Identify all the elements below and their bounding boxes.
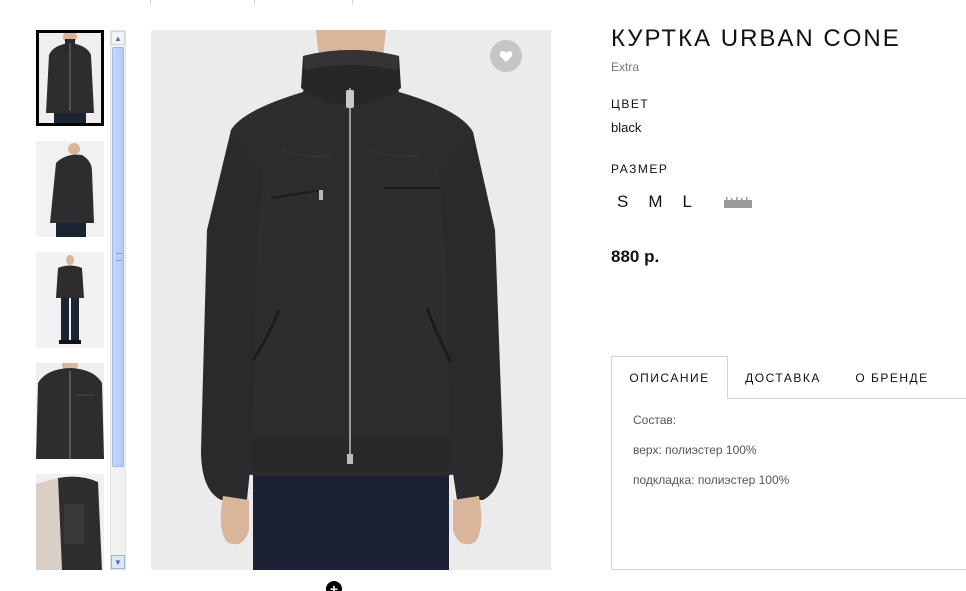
composition-heading: Состав:	[633, 413, 677, 427]
product-brand-link[interactable]: Extra	[611, 60, 639, 74]
top-divider-marks	[0, 0, 966, 6]
composition-lining: подкладка: полиэстер 100%	[633, 473, 790, 487]
product-page: ▲ ▼ + КУРТКА URBAN CONE Extra ЦВЕТ black…	[0, 0, 966, 591]
thumbnail-detail[interactable]	[36, 363, 104, 459]
jacket-photo	[151, 30, 551, 570]
scrollbar-thumb[interactable]	[112, 47, 124, 467]
size-selector: S M L	[617, 192, 752, 212]
description-panel: Состав: верх: полиэстер 100% подкладка: …	[611, 398, 966, 570]
scrollbar-grip-icon	[116, 253, 122, 261]
favorite-button[interactable]	[490, 40, 522, 72]
thumbnail-full-length-image	[36, 252, 104, 348]
size-label: РАЗМЕР	[611, 162, 669, 176]
thumbnail-side-image	[36, 141, 104, 237]
size-option-m[interactable]: M	[648, 192, 662, 212]
thumbnail-full-length[interactable]	[36, 252, 104, 348]
scroll-up-arrow-icon[interactable]: ▲	[111, 31, 125, 45]
tab-description[interactable]: ОПИСАНИЕ	[611, 356, 728, 399]
composition-outer: верх: полиэстер 100%	[633, 443, 757, 457]
tab-bar: ОПИСАНИЕ ДОСТАВКА О БРЕНДЕ	[611, 356, 966, 399]
thumbnail-scrollbar[interactable]: ▲ ▼	[110, 30, 126, 570]
color-value: black	[611, 120, 642, 135]
size-option-l[interactable]: L	[683, 192, 692, 212]
tab-about-brand[interactable]: О БРЕНДЕ	[838, 356, 946, 399]
thumbnail-inside-image	[36, 474, 104, 570]
heart-icon	[499, 50, 513, 62]
product-tabs: ОПИСАНИЕ ДОСТАВКА О БРЕНДЕ Состав: верх:…	[611, 356, 966, 570]
scroll-down-arrow-icon[interactable]: ▼	[111, 555, 125, 569]
product-price: 880 р.	[611, 247, 660, 266]
thumbnail-strip	[36, 30, 106, 570]
color-label: ЦВЕТ	[611, 97, 650, 111]
size-option-s[interactable]: S	[617, 192, 628, 212]
zoom-button[interactable]: +	[326, 581, 342, 591]
plus-icon: +	[329, 581, 339, 591]
thumbnail-side[interactable]	[36, 141, 104, 237]
tab-delivery[interactable]: ДОСТАВКА	[728, 356, 838, 399]
main-product-image[interactable]	[151, 30, 551, 570]
thumbnail-front[interactable]	[36, 30, 104, 126]
thumbnail-front-image	[39, 33, 101, 123]
thumbnail-detail-image	[36, 363, 104, 459]
ruler-icon[interactable]	[723, 196, 752, 208]
product-title: КУРТКА URBAN CONE	[611, 25, 901, 52]
thumbnail-inside[interactable]	[36, 474, 104, 570]
